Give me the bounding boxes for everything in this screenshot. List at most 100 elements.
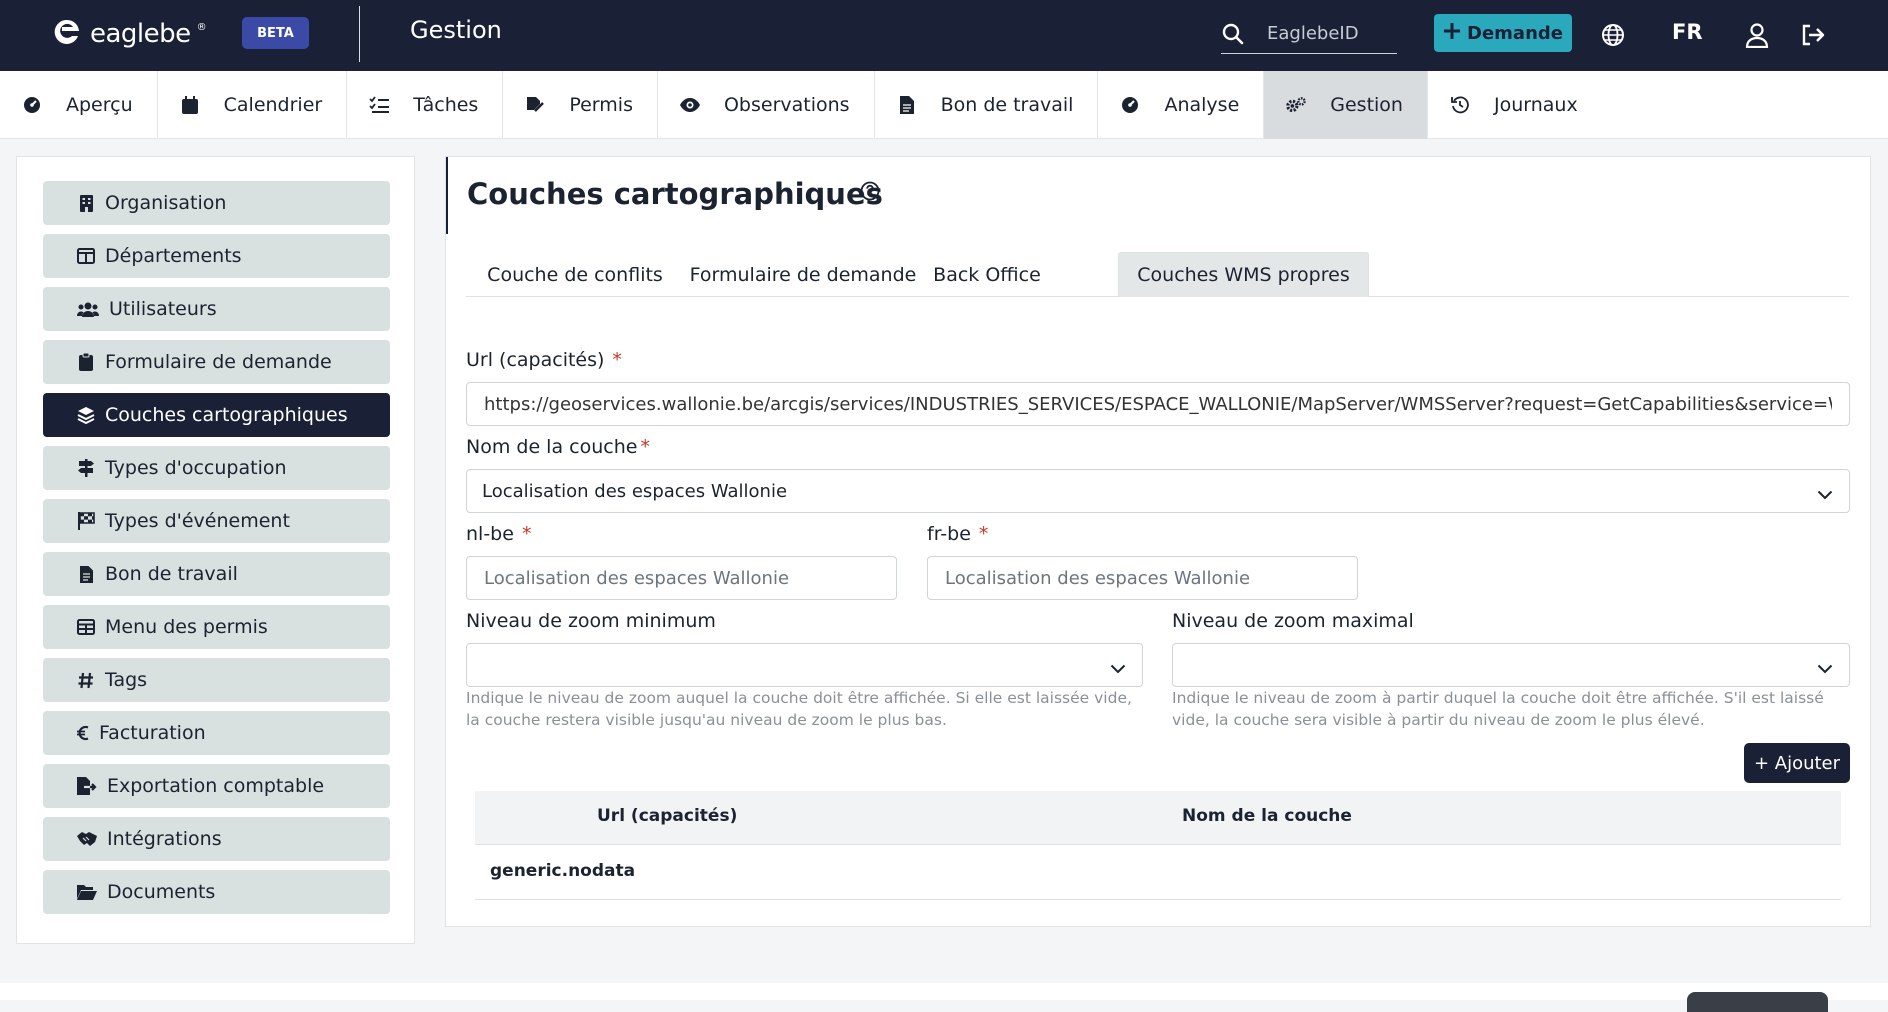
folder-open-icon xyxy=(77,883,97,901)
eagle-logo-icon xyxy=(50,17,84,51)
brand-name: eaglebe xyxy=(90,19,191,49)
fr-be-field[interactable] xyxy=(927,556,1358,600)
sidebar-item-types-d-evenement[interactable]: Types d'événement xyxy=(43,499,390,543)
zoom-max-label: Niveau de zoom maximal xyxy=(1172,610,1414,632)
table-icon xyxy=(77,618,95,636)
globe-icon[interactable] xyxy=(1598,20,1628,50)
sidebar-item-couches-cartographiques[interactable]: Couches cartographiques xyxy=(43,393,390,437)
top-bar: eaglebe ® BETA Gestion Demande FR xyxy=(0,0,1888,71)
brand-logo[interactable]: eaglebe ® xyxy=(50,14,207,54)
fr-be-input[interactable] xyxy=(943,566,1342,590)
sidebar-item-label: Formulaire de demande xyxy=(105,351,332,373)
registered-mark: ® xyxy=(196,21,207,33)
tab-journaux[interactable]: Journaux xyxy=(1428,71,1602,139)
tab-taches[interactable]: Tâches xyxy=(347,71,504,139)
sidebar-item-label: Menu des permis xyxy=(105,616,268,638)
eye-icon xyxy=(679,95,700,115)
tab-label: Observations xyxy=(723,94,850,116)
app-title: Gestion xyxy=(410,16,502,44)
checklist-icon xyxy=(369,95,390,115)
sidebar-item-label: Organisation xyxy=(105,192,227,214)
sidebar-item-formulaire-de-demande[interactable]: Formulaire de demande xyxy=(43,340,390,384)
main-panel: Couches cartographiques Couche de confli… xyxy=(445,156,1871,927)
sidebar-item-label: Bon de travail xyxy=(105,563,238,585)
nl-be-label: nl-be * xyxy=(466,523,532,545)
fr-be-label: fr-be * xyxy=(927,523,989,545)
tab-label: Aperçu xyxy=(66,94,133,116)
sidebar-item-types-d-occupation[interactable]: Types d'occupation xyxy=(43,446,390,490)
sidebar-item-menu-des-permis[interactable]: Menu des permis xyxy=(43,605,390,649)
zoom-min-select[interactable] xyxy=(466,643,1143,687)
url-input[interactable] xyxy=(482,392,1834,416)
history-icon xyxy=(1450,95,1470,115)
sidebar-item-utilisateurs[interactable]: Utilisateurs xyxy=(43,287,390,331)
column-header-url[interactable]: Url (capacités) xyxy=(597,806,737,826)
sidebar-item-label: Types d'événement xyxy=(105,510,290,532)
subtab-back-office[interactable]: Back Office xyxy=(922,252,1052,297)
tab-label: Tâches xyxy=(413,94,479,116)
tab-bon-de-travail[interactable]: Bon de travail xyxy=(875,71,1099,139)
table-row: generic.nodata xyxy=(475,845,1841,900)
subtab-couches-wms-propres[interactable]: Couches WMS propres xyxy=(1118,252,1369,297)
calendar-icon xyxy=(180,95,200,115)
gauge-icon xyxy=(1120,95,1140,115)
building-icon xyxy=(77,194,95,212)
sidebar-item-departements[interactable]: Départements xyxy=(43,234,390,278)
module-tabs: Aperçu Calendrier Tâches Permis Observat… xyxy=(0,71,1888,139)
question-circle-icon[interactable] xyxy=(860,181,880,205)
user-icon[interactable] xyxy=(1742,20,1772,50)
nl-be-field[interactable] xyxy=(466,556,897,600)
clipboard-icon xyxy=(77,353,95,371)
beta-badge: BETA xyxy=(242,17,309,49)
tab-label: Analyse xyxy=(1164,94,1240,116)
search-icon[interactable] xyxy=(1221,22,1255,46)
sidebar-item-label: Intégrations xyxy=(107,828,222,850)
layer-name-select[interactable]: Localisation des espaces Wallonie xyxy=(466,469,1850,513)
logout-icon[interactable] xyxy=(1798,20,1828,50)
page-footer xyxy=(0,983,1888,1000)
tab-label: Calendrier xyxy=(223,94,323,116)
add-layer-button[interactable]: + Ajouter xyxy=(1744,743,1850,783)
nl-be-input[interactable] xyxy=(482,566,881,590)
sidebar-item-bon-de-travail[interactable]: Bon de travail xyxy=(43,552,390,596)
sidebar-item-facturation[interactable]: Facturation xyxy=(43,711,390,755)
tab-label: Gestion xyxy=(1330,94,1403,116)
tab-permis[interactable]: Permis xyxy=(503,71,658,139)
plus-icon xyxy=(1443,22,1461,45)
language-selector[interactable]: FR xyxy=(1672,20,1703,44)
file-icon xyxy=(897,95,917,115)
title-accent-bar xyxy=(446,157,448,234)
column-header-layer-name[interactable]: Nom de la couche xyxy=(1182,806,1352,826)
users-icon xyxy=(77,300,99,318)
tab-label: Permis xyxy=(569,94,633,116)
sidebar-item-label: Utilisateurs xyxy=(109,298,217,320)
gears-icon xyxy=(1286,95,1306,115)
new-demande-label: Demande xyxy=(1467,22,1563,44)
sidebar-item-label: Documents xyxy=(107,881,216,903)
subtab-formulaire-de-demande[interactable]: Formulaire de demande xyxy=(684,252,922,297)
layer-name-value: Localisation des espaces Wallonie xyxy=(482,480,788,502)
tab-apercu[interactable]: Aperçu xyxy=(0,71,158,139)
sidebar-item-documents[interactable]: Documents xyxy=(43,870,390,914)
eaglebe-id-search xyxy=(1221,14,1397,54)
sidebar-item-exportation-comptable[interactable]: Exportation comptable xyxy=(43,764,390,808)
subtab-couche-de-conflits[interactable]: Couche de conflits xyxy=(466,252,684,297)
tab-analyse[interactable]: Analyse xyxy=(1098,71,1265,139)
sidebar-item-organisation[interactable]: Organisation xyxy=(43,181,390,225)
settings-sidebar: Organisation Départements Utilisateurs F… xyxy=(16,156,415,944)
tab-gestion[interactable]: Gestion xyxy=(1264,71,1428,139)
zoom-max-select[interactable] xyxy=(1172,643,1850,687)
url-field[interactable] xyxy=(466,382,1850,426)
signature-icon xyxy=(525,95,545,115)
tab-observations[interactable]: Observations xyxy=(658,71,875,139)
sidebar-item-label: Départements xyxy=(105,245,242,267)
euro-icon xyxy=(77,724,89,742)
footer-button[interactable] xyxy=(1687,992,1828,1012)
new-demande-button[interactable]: Demande xyxy=(1434,14,1572,52)
file-icon xyxy=(77,565,95,583)
layer-subtabs: Couche de conflits Formulaire de demande… xyxy=(466,252,1849,297)
sidebar-item-integrations[interactable]: Intégrations xyxy=(43,817,390,861)
sidebar-item-tags[interactable]: Tags xyxy=(43,658,390,702)
tab-calendrier[interactable]: Calendrier xyxy=(158,71,348,139)
search-input[interactable] xyxy=(1265,22,1395,45)
